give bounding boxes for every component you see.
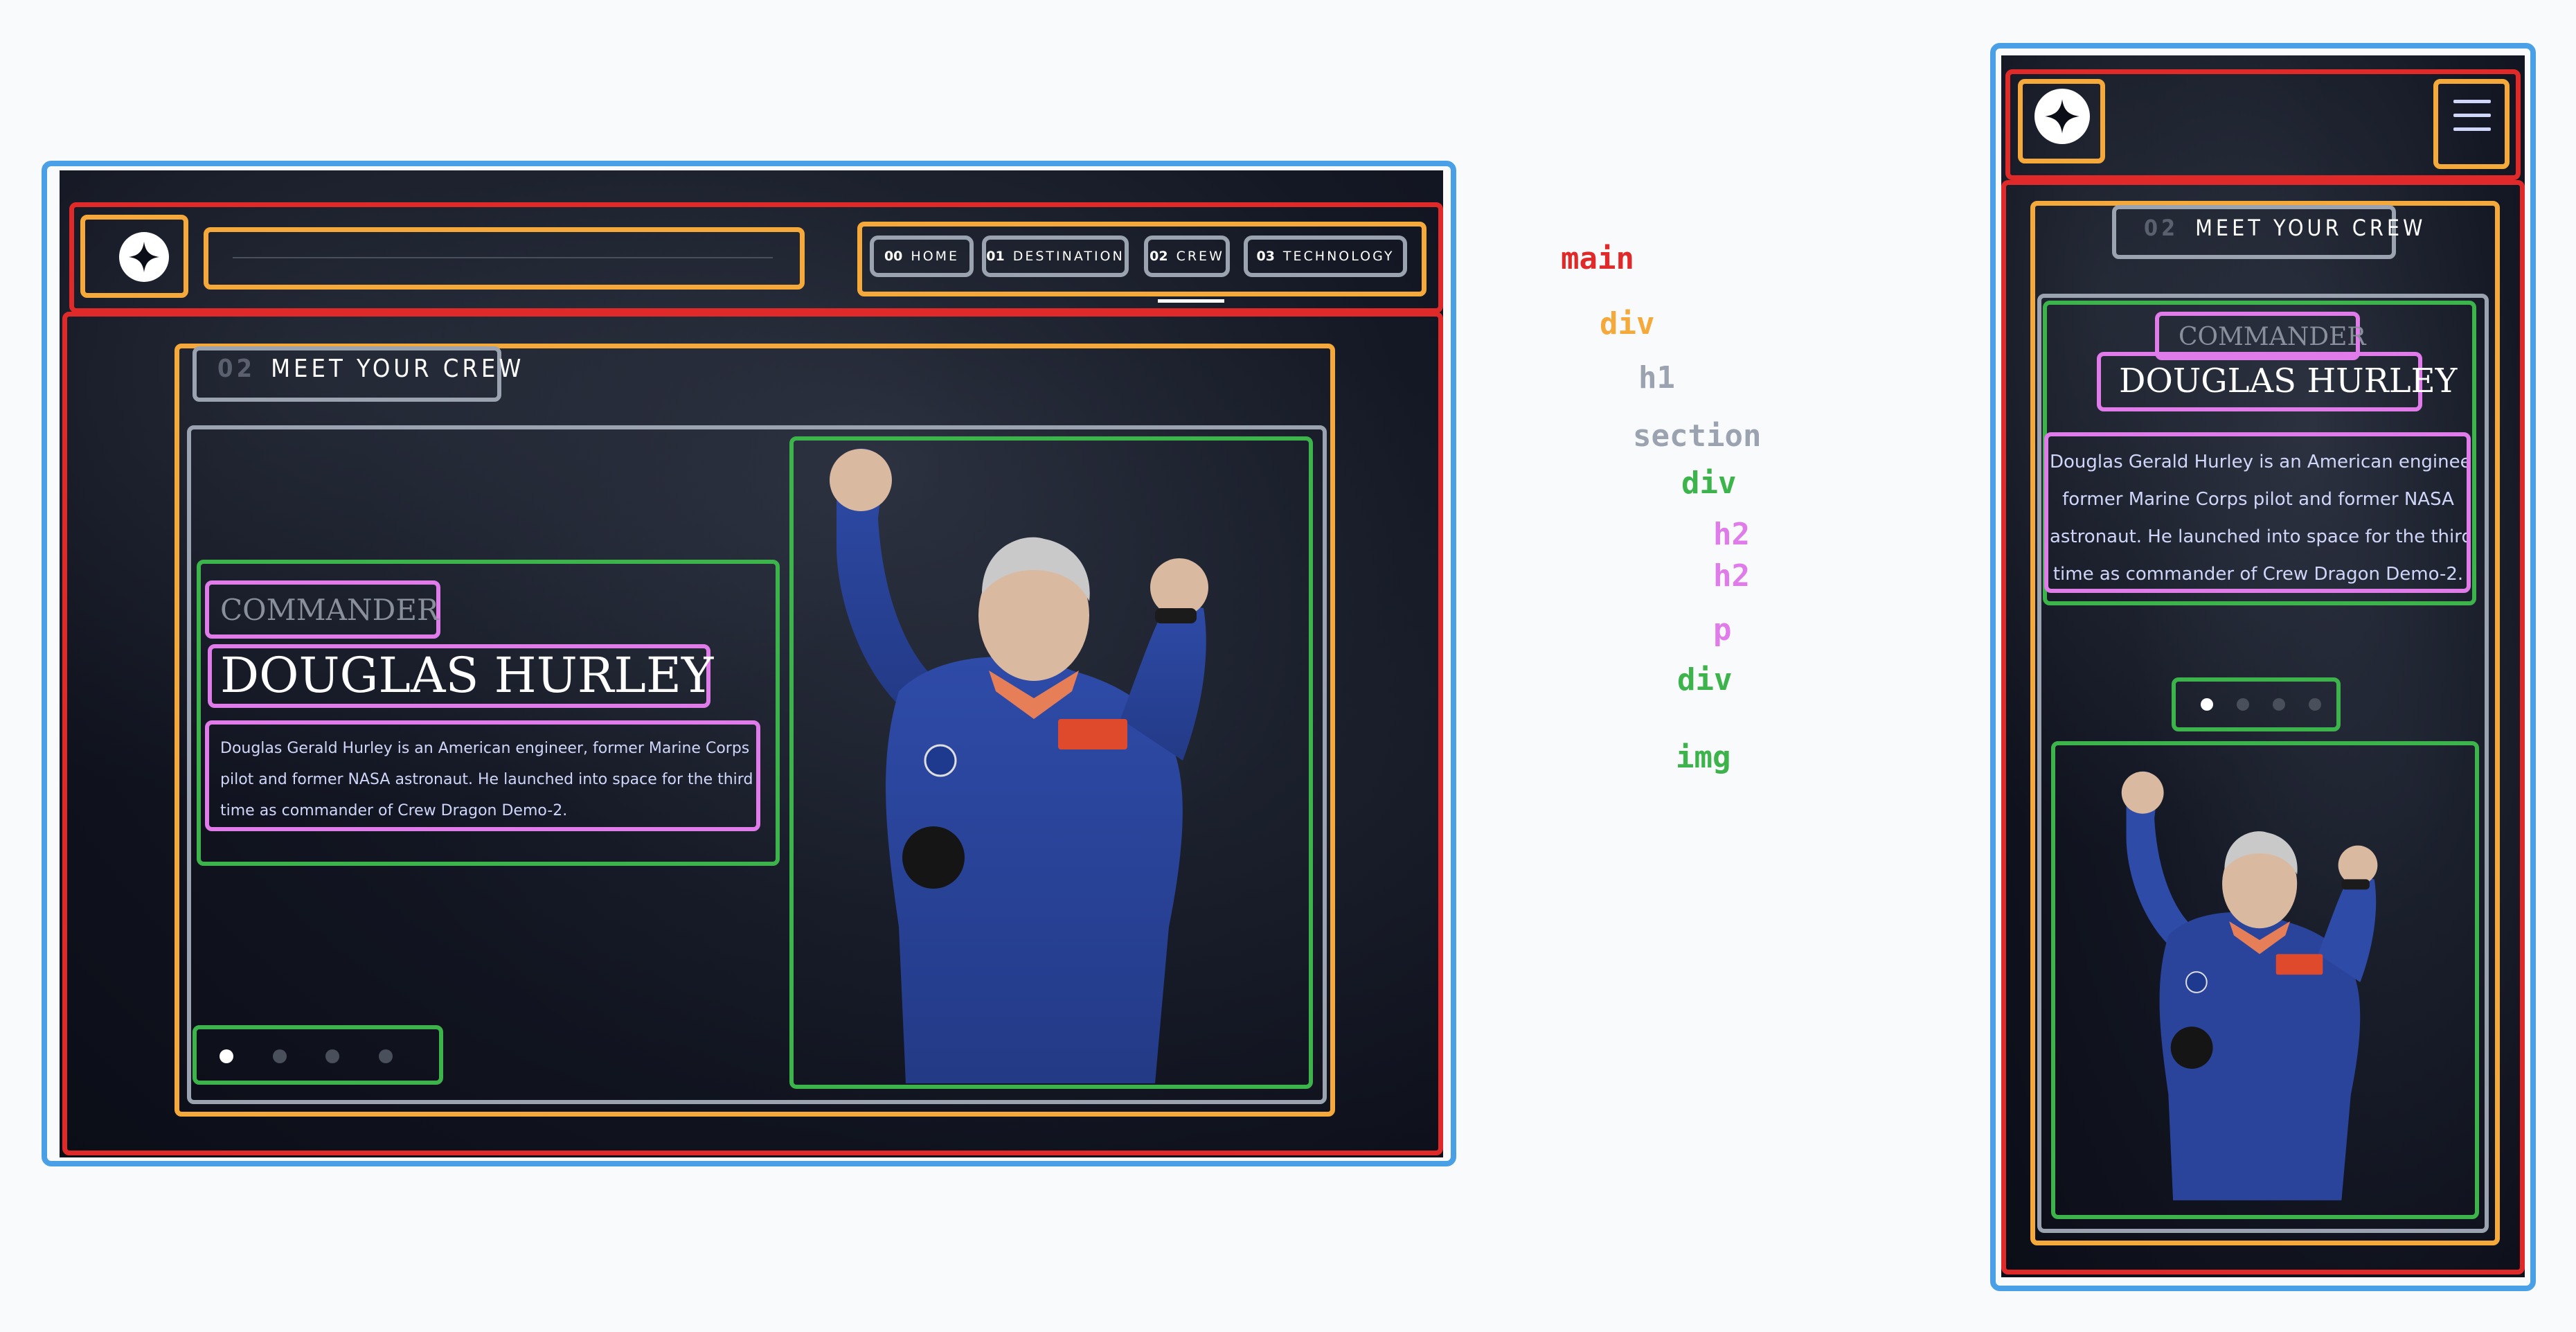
star-logo-icon (2045, 99, 2079, 134)
desktop-logo[interactable] (119, 232, 169, 282)
legend-main: main (1561, 241, 1634, 276)
mobile-crew-name: DOUGLAS HURLEY (2119, 362, 2458, 400)
slider-dot-1[interactable] (2201, 698, 2213, 711)
crew-member-image (830, 448, 1208, 1083)
heading-label: MEET YOUR CREW (271, 355, 525, 383)
desktop-page-heading: 02 MEET YOUR CREW (217, 355, 524, 383)
desktop-header-line-outline (204, 227, 805, 290)
nav-item-crew[interactable]: 02 CREW (1144, 236, 1230, 277)
slider-dot-2[interactable] (2237, 698, 2249, 711)
heading-label: MEET YOUR CREW (2195, 215, 2426, 241)
legend-h1: h1 (1638, 360, 1675, 396)
nav-item-technology[interactable]: 03 TECHNOLOGY (1244, 236, 1407, 277)
nav-num: 02 (1150, 249, 1168, 264)
star-logo-icon (129, 242, 159, 272)
legend-div-image: div (1677, 662, 1733, 698)
hamburger-menu-icon[interactable] (2453, 100, 2491, 132)
bio-line: former Marine Corps pilot and former NAS… (2062, 489, 2454, 510)
bio-line: Douglas Gerald Hurley is an American eng… (220, 740, 750, 757)
slider-dot-2[interactable] (273, 1049, 287, 1063)
bio-line: time as commander of Crew Dragon Demo-2. (2052, 564, 2464, 585)
bio-line: Douglas Gerald Hurley is an American eng… (2050, 452, 2467, 472)
nav-num: 01 (986, 249, 1005, 264)
mobile-crew-bio: Douglas Gerald Hurley is an American eng… (2050, 443, 2467, 593)
mobile-page-heading: 02 MEET YOUR CREW (2144, 215, 2426, 241)
nav-label: DESTINATION (1012, 249, 1125, 264)
desktop-header-line (233, 257, 773, 258)
slider-dot-4[interactable] (2309, 698, 2321, 711)
bio-line: astronaut. He launched into space for th… (2050, 526, 2467, 547)
legend-div: div (1600, 306, 1655, 341)
mobile-crew-role: COMMANDER (2179, 323, 2366, 351)
crew-member-image (2121, 771, 2378, 1200)
legend-h2-a: h2 (1713, 517, 1750, 552)
mobile-logo[interactable] (2034, 89, 2090, 144)
nav-label: CREW (1176, 249, 1224, 264)
desktop-crew-bio: Douglas Gerald Hurley is an American eng… (220, 733, 760, 826)
legend-img: img (1676, 740, 1731, 775)
slider-dot-3[interactable] (325, 1049, 339, 1063)
nav-label: HOME (911, 249, 960, 264)
nav-label: TECHNOLOGY (1282, 249, 1395, 264)
slider-dot-4[interactable] (379, 1049, 393, 1063)
legend-p: p (1713, 612, 1732, 648)
nav-num: 03 (1256, 249, 1275, 264)
legend-div-inner: div (1681, 465, 1737, 501)
slider-dot-1[interactable] (220, 1049, 233, 1063)
legend-section: section (1633, 418, 1762, 454)
heading-num: 02 (217, 355, 256, 383)
bio-line: pilot and former NASA astronaut. He laun… (220, 771, 753, 788)
slider-dot-3[interactable] (2273, 698, 2285, 711)
desktop-crew-name: DOUGLAS HURLEY (220, 647, 714, 704)
nav-item-destination[interactable]: 01 DESTINATION (982, 236, 1129, 277)
desktop-crew-role: COMMANDER (220, 593, 439, 627)
legend-h2-b: h2 (1713, 558, 1750, 594)
heading-num: 02 (2144, 215, 2179, 241)
bio-line: time as commander of Crew Dragon Demo-2. (220, 802, 568, 819)
nav-num: 00 (884, 249, 903, 264)
nav-active-underline (1158, 299, 1224, 303)
nav-item-home[interactable]: 00 HOME (870, 236, 974, 277)
